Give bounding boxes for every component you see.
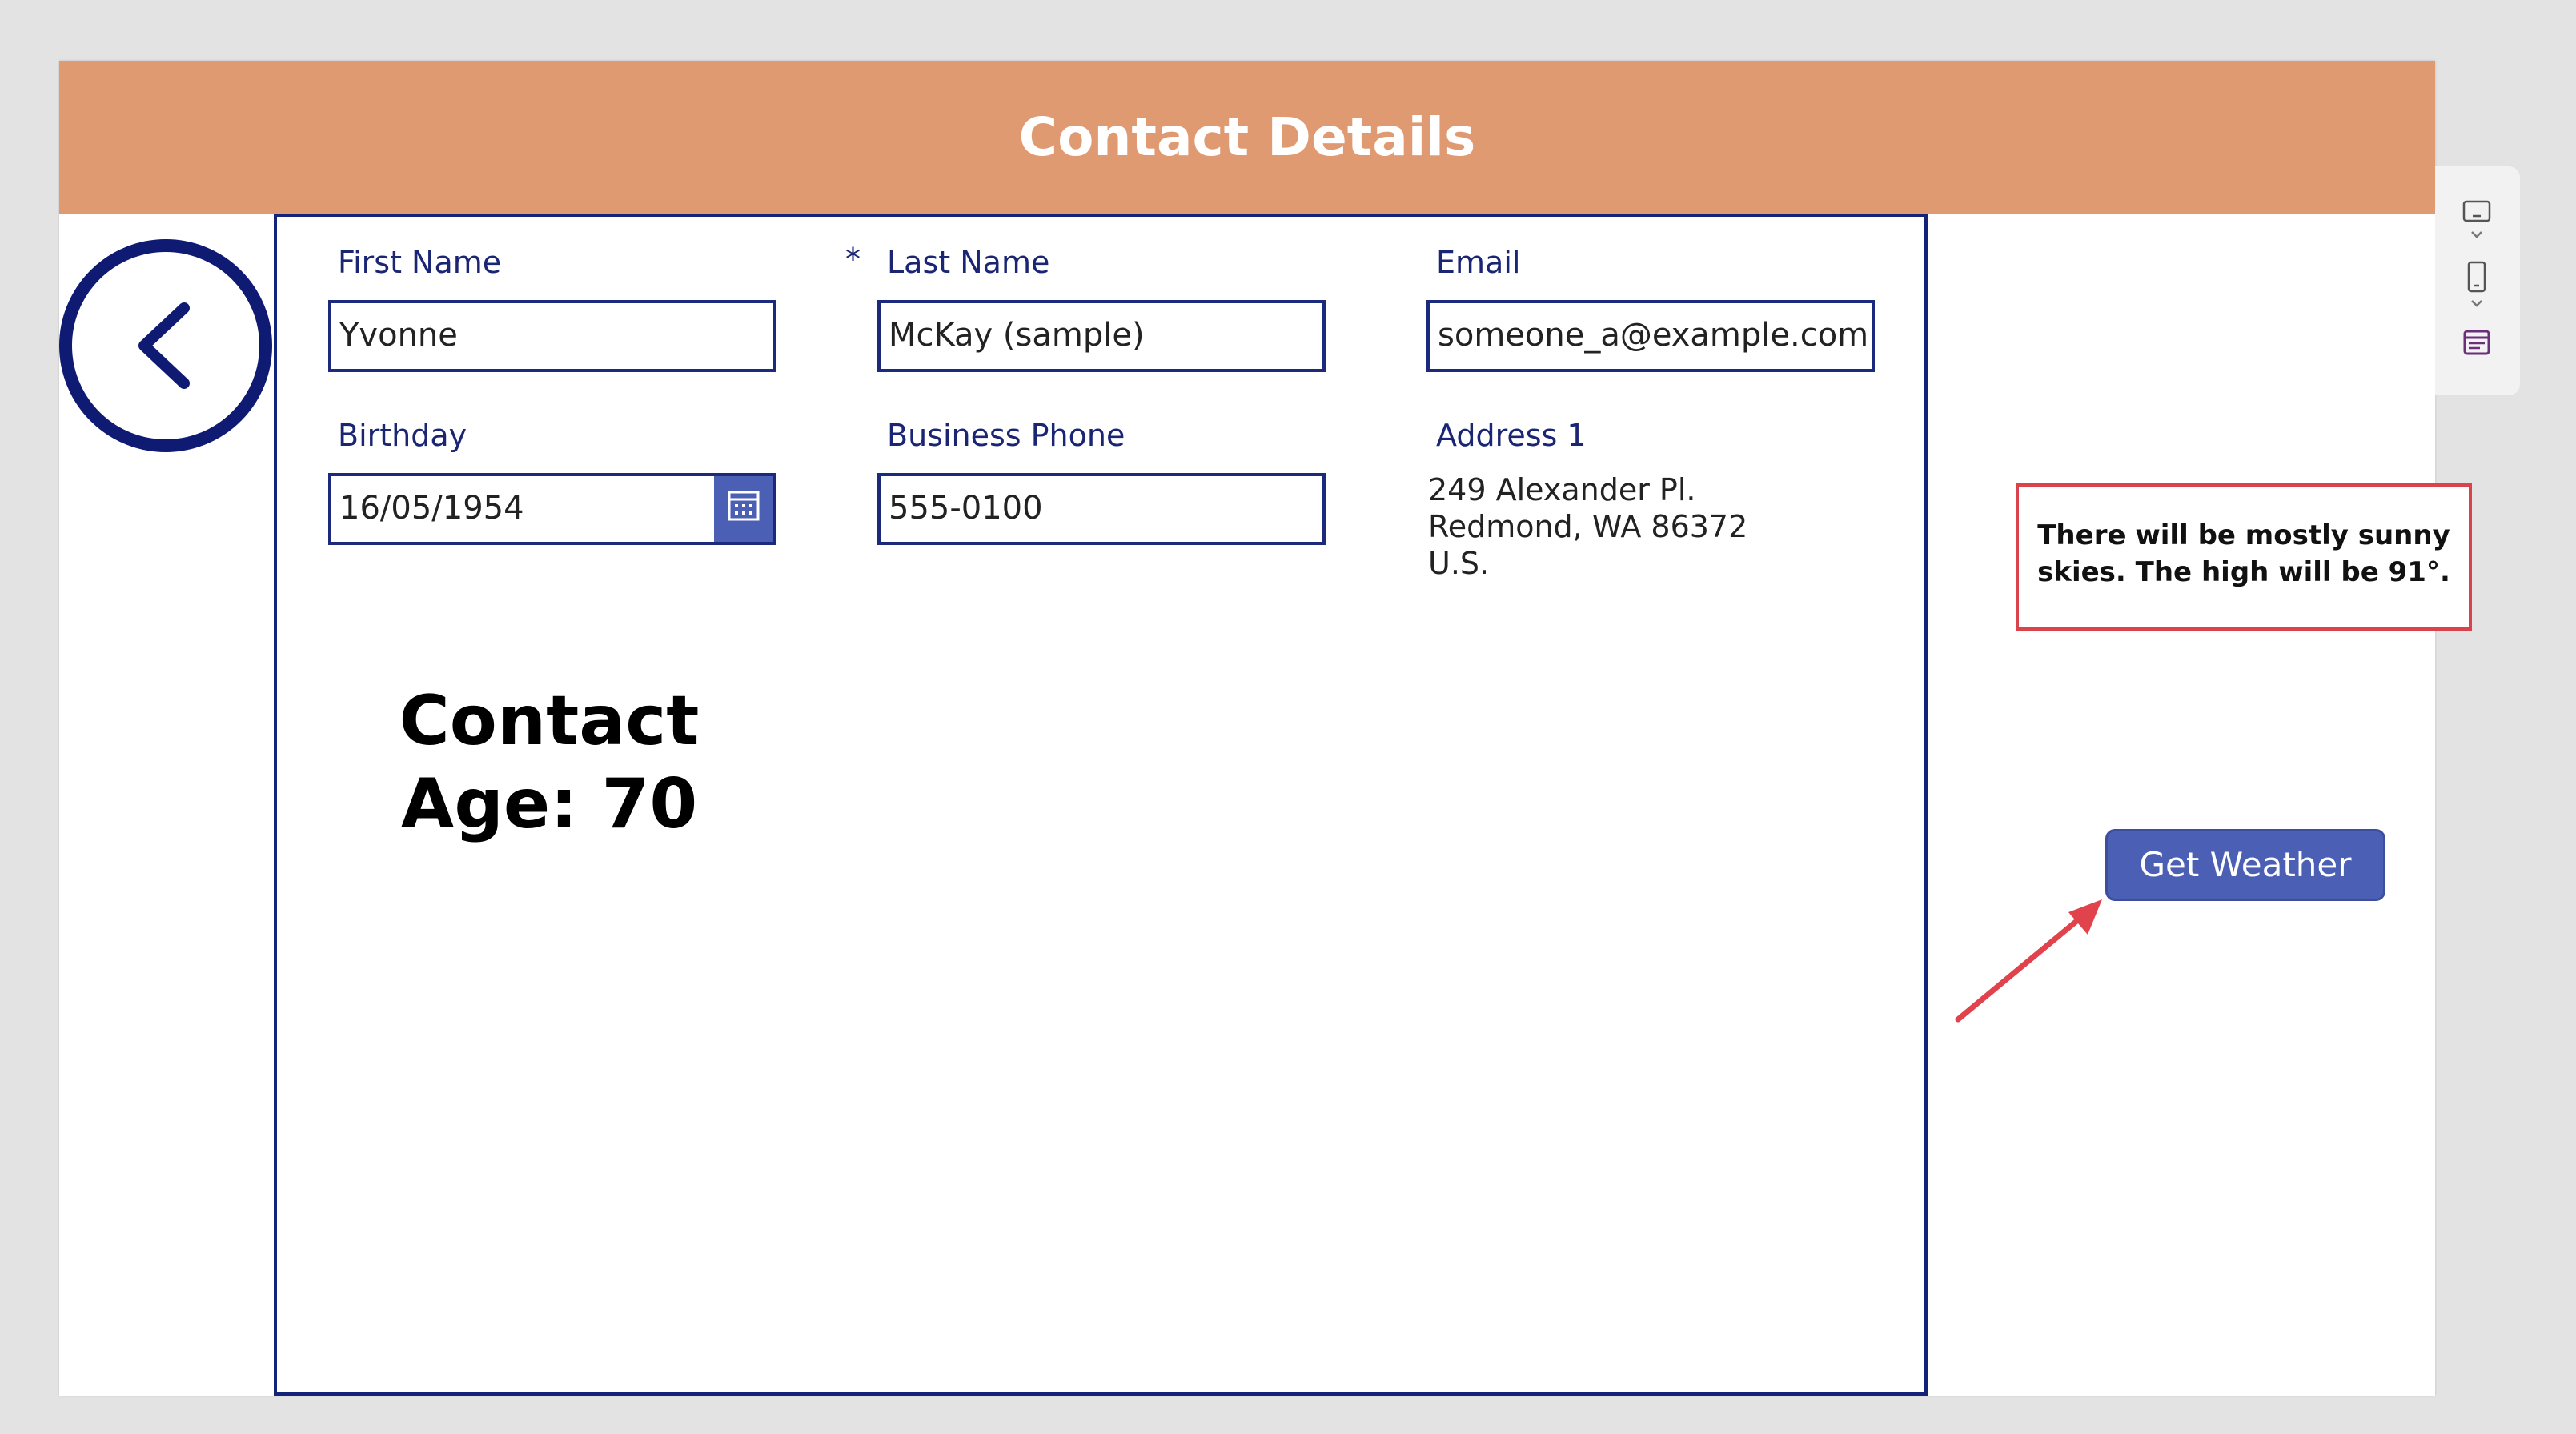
last-name-label: Last Name [887, 245, 1050, 280]
email-input[interactable]: someone_a@example.com [1426, 300, 1875, 372]
email-label: Email [1436, 245, 1521, 280]
phone-icon[interactable] [2461, 259, 2493, 294]
page-title: Contact Details [1018, 106, 1476, 168]
business-phone-label: Business Phone [887, 418, 1125, 453]
birthday-label: Birthday [338, 418, 467, 453]
contact-age-label: Contact Age: 70 [349, 679, 749, 846]
address-line-3: U.S. [1428, 546, 1490, 581]
side-toolbar [2435, 166, 2520, 395]
weather-label: There will be mostly sunny skies. The hi… [2016, 483, 2472, 631]
chevron-down-icon[interactable] [2461, 227, 2493, 243]
calendar-button[interactable] [714, 476, 773, 542]
address-line-2: Redmond, WA 86372 [1428, 509, 1748, 544]
business-phone-input[interactable]: 555-0100 [877, 473, 1326, 545]
contact-age-line-2: Age: 70 [400, 764, 698, 844]
screen-size-icon[interactable] [2461, 195, 2493, 227]
app-screen: Contact Details First Name Yvonne * Last… [59, 61, 2472, 1396]
annotation-arrow-icon [1955, 899, 2102, 1023]
chevron-left-icon [138, 302, 190, 389]
back-button[interactable] [59, 239, 272, 452]
calendar-icon [728, 491, 760, 521]
contact-form: First Name Yvonne * Last Name McKay (sam… [274, 214, 1928, 1396]
chevron-down-icon[interactable] [2461, 296, 2493, 312]
weather-text-line-2: skies. The high will be 91°. [2037, 556, 2450, 588]
form-icon[interactable] [2461, 326, 2493, 358]
first-name-input[interactable]: Yvonne [328, 300, 776, 372]
contact-age-line-1: Contact [399, 681, 700, 761]
header-bar: Contact Details [59, 61, 2435, 214]
required-marker: * [845, 242, 861, 277]
last-name-input[interactable]: McKay (sample) [877, 300, 1326, 372]
first-name-label: First Name [338, 245, 502, 280]
birthday-date-picker[interactable]: 16/05/1954 [328, 473, 776, 545]
weather-text-line-1: There will be mostly sunny [2037, 519, 2450, 551]
birthday-value: 16/05/1954 [339, 490, 524, 527]
address-line-1: 249 Alexander Pl. [1428, 472, 1696, 507]
address-label: Address 1 [1436, 418, 1587, 453]
get-weather-button[interactable]: Get Weather [2105, 829, 2385, 901]
